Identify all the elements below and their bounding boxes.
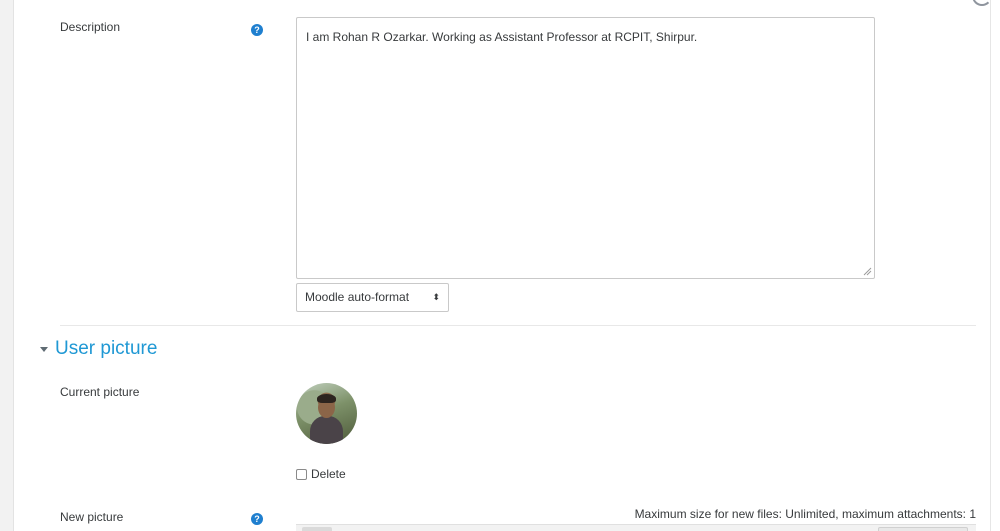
user-picture-section-toggle[interactable]: User picture: [40, 336, 157, 362]
avatar-body: [310, 416, 343, 444]
edit-profile-page: Description ? I am Rohan R Ozarkar. Work…: [0, 0, 1000, 531]
new-picture-label: New picture: [60, 510, 124, 524]
delete-picture-option[interactable]: Delete: [296, 466, 346, 482]
text-format-select[interactable]: Moodle auto-format ⬍: [296, 283, 449, 312]
description-label: Description: [60, 20, 121, 34]
section-divider: [60, 325, 976, 326]
filepicker-toolbar: [296, 524, 976, 531]
text-format-select-value: Moodle auto-format: [305, 290, 410, 304]
left-sidebar-edge: [0, 0, 14, 531]
spinner-icon: [972, 0, 992, 6]
caret-down-icon: [40, 346, 48, 352]
user-picture-section-title: User picture: [55, 338, 158, 359]
question-circle-icon[interactable]: ?: [251, 513, 263, 525]
description-textarea[interactable]: I am Rohan R Ozarkar. Working as Assista…: [296, 17, 875, 279]
filepicker-view-toggle[interactable]: [878, 527, 968, 531]
resize-grip-icon[interactable]: [862, 266, 872, 276]
scrollbar-track[interactable]: [990, 0, 1000, 531]
delete-checkbox[interactable]: [296, 468, 307, 480]
current-picture-label: Current picture: [60, 385, 140, 399]
user-avatar: [296, 383, 357, 444]
delete-label: Delete: [311, 467, 346, 481]
question-circle-icon[interactable]: ?: [251, 24, 263, 36]
select-arrows-icon: ⬍: [432, 292, 440, 302]
filepicker-add-button[interactable]: [302, 527, 332, 531]
avatar-hair: [317, 394, 336, 403]
file-limits-text: Maximum size for new files: Unlimited, m…: [634, 507, 976, 521]
